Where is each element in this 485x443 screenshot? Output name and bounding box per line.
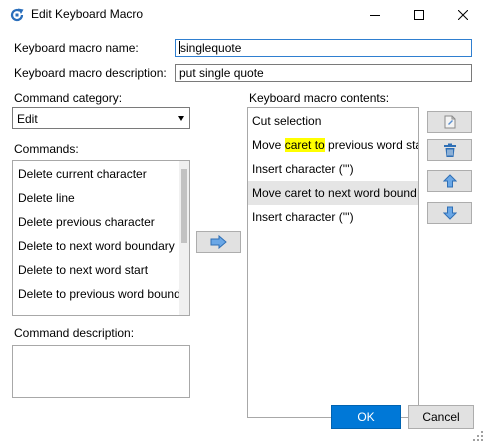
arrow-right-icon [210,235,227,249]
list-item[interactable]: Delete current character [18,162,147,186]
list-item-label-post: previous word sta [324,138,418,152]
window-title: Edit Keyboard Macro [31,7,144,21]
ok-button[interactable]: OK [331,405,401,429]
close-button[interactable] [441,0,485,30]
list-item-label-pre: Move [252,138,285,152]
macro-description-field[interactable]: put single quote [175,64,472,82]
list-item[interactable]: Move caret to previous word sta [248,133,418,157]
list-item[interactable]: Insert character (''') [248,205,418,229]
chevron-down-icon [178,116,184,121]
minimize-icon [370,15,380,16]
list-item-label: Insert character (''') [252,162,354,176]
command-description-label: Command description: [14,326,135,340]
commands-label: Commands: [14,142,79,156]
macro-name-label: Keyboard macro name: [14,41,139,55]
macro-contents-list[interactable]: Cut selection Move caret to previous wor… [247,107,419,418]
list-item[interactable]: Delete previous character [18,210,155,234]
list-item[interactable]: Cut selection [248,109,418,133]
list-item-selected[interactable]: Move caret to next word bound [248,181,418,205]
maximize-button[interactable] [397,0,441,30]
move-up-button[interactable] [427,170,472,192]
new-document-icon [444,115,455,129]
close-icon [458,10,468,20]
list-item-label: Move caret to next word bound [252,186,417,200]
trash-icon [443,143,456,157]
command-category-value: Edit [17,112,38,126]
commands-list[interactable]: Delete current character Delete line Del… [12,160,190,316]
macro-description-value: put single quote [179,66,264,80]
maximize-icon [414,10,424,20]
arrow-down-icon [442,206,457,220]
move-down-button[interactable] [427,202,472,224]
list-item[interactable]: Delete to previous word bound [18,282,181,306]
command-category-label: Command category: [14,91,123,105]
highlighted-text: caret to [284,138,325,152]
title-bar: Edit Keyboard Macro [0,0,485,30]
list-item-label: Insert character (''') [252,210,354,224]
new-item-button[interactable] [427,111,472,133]
list-item[interactable]: Delete to next word boundary [18,234,175,258]
list-item[interactable]: Delete line [18,186,75,210]
list-item[interactable]: Insert character (''') [248,157,418,181]
scrollbar-thumb[interactable] [181,169,187,243]
delete-item-button[interactable] [427,139,472,161]
macro-contents-label: Keyboard macro contents: [249,91,390,105]
macro-name-value: singlequote [180,41,242,55]
resize-grip-icon[interactable] [473,431,483,441]
command-description-box [12,345,190,398]
cancel-button[interactable]: Cancel [408,405,474,429]
minimize-button[interactable] [353,0,397,30]
macro-description-label: Keyboard macro description: [14,66,167,80]
arrow-up-icon [442,174,457,188]
list-item-label: Cut selection [252,114,322,128]
commands-scrollbar[interactable] [179,161,189,315]
app-icon [10,8,24,22]
command-category-select[interactable]: Edit [12,107,190,129]
list-item[interactable]: Delete to next word start [18,258,148,282]
add-to-macro-button[interactable] [196,231,241,253]
macro-name-field[interactable]: singlequote [175,39,472,57]
